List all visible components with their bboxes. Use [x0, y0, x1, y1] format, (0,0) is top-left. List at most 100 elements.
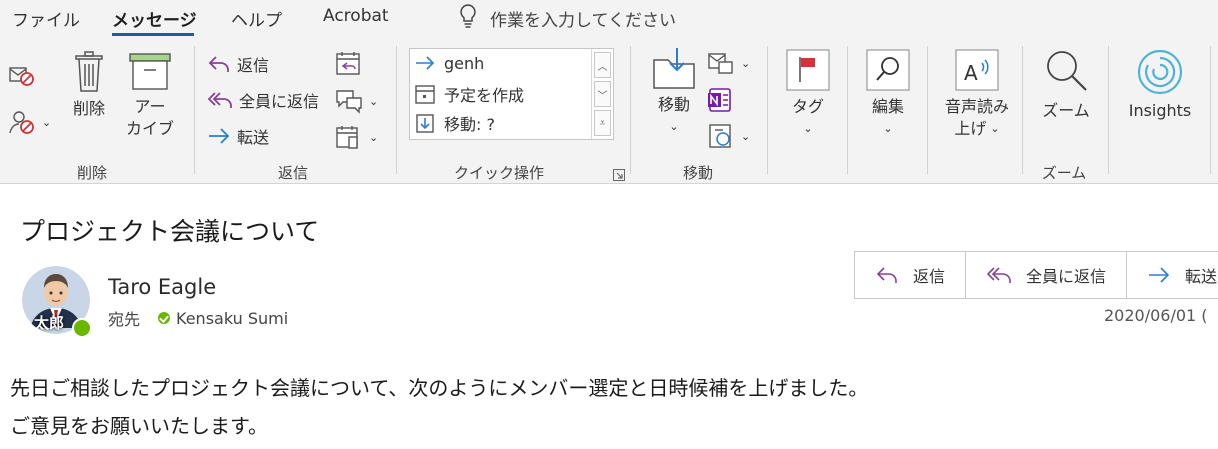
- avatar-name-text: 太郎: [34, 314, 65, 332]
- more-respond-button[interactable]: ⌄: [335, 124, 378, 150]
- chevron-down-icon: ⌄: [883, 122, 893, 135]
- message-actions: 返信 全員に返信 転送: [854, 251, 1218, 299]
- message-body-line: ご意見をお願いいたします。: [10, 414, 268, 438]
- reply-icon: [208, 56, 229, 72]
- sender-name[interactable]: Taro Eagle: [108, 275, 216, 299]
- lightbulb-icon: [458, 3, 478, 34]
- tab-file[interactable]: ファイル: [12, 6, 80, 31]
- chevron-down-icon: ⌄: [741, 56, 751, 70]
- editing-label: 編集: [871, 97, 904, 116]
- scroll-down-button[interactable]: ﹀: [594, 81, 611, 107]
- ribbon: ⌄ 削除 アー カイブ 削除 返信 全員に返信 転送 ⌄ ⌄ 返信 genh 予…: [0, 38, 1218, 184]
- reply-button[interactable]: 返信: [207, 52, 269, 76]
- insights-icon: [1137, 49, 1183, 95]
- insights-button[interactable]: Insights: [1120, 48, 1200, 122]
- to-label: 宛先: [108, 310, 141, 329]
- message-reply-button[interactable]: 返信: [855, 252, 967, 298]
- chevron-down-icon: ⌄: [990, 122, 1000, 135]
- read-aloud-label-2: 上げ: [954, 119, 987, 138]
- onenote-button[interactable]: [707, 86, 733, 118]
- magnifier-icon: [1047, 51, 1087, 91]
- quick-steps-gallery: genh 予定を作成 移動: ? ︿ ﹀ ⩡: [409, 48, 614, 140]
- reply-all-icon: [986, 267, 1011, 283]
- message-body-line: 先日ご相談したプロジェクト会議について、次のようにメンバー選定と日時候補を上げま…: [10, 376, 869, 400]
- archive-label-1: アー: [134, 97, 166, 116]
- chevron-down-icon: ⌄: [42, 115, 52, 129]
- forward-arrow-icon: [209, 128, 230, 144]
- chevron-down-icon: ⌄: [669, 120, 679, 133]
- message-forward-button[interactable]: 転送: [1127, 252, 1218, 298]
- flag-icon: [786, 49, 830, 91]
- tab-acrobat[interactable]: Acrobat: [323, 6, 389, 26]
- tab-message[interactable]: メッセージ: [112, 6, 197, 31]
- editing-button[interactable]: 編集 ⌄: [864, 48, 912, 140]
- group-divider: [1108, 46, 1109, 174]
- svg-text:A: A: [964, 61, 978, 85]
- quick-steps-scroll: ︿ ﹀ ⩡: [591, 49, 613, 139]
- presence-check-icon: [158, 312, 171, 324]
- forward-button[interactable]: 転送: [207, 124, 269, 148]
- message-reply-label: 返信: [913, 267, 946, 286]
- archive-label-2: カイブ: [125, 119, 174, 138]
- scroll-up-button[interactable]: ︿: [594, 52, 611, 78]
- quick-step-move[interactable]: 移動: ?: [414, 111, 495, 135]
- move-label: 移動: [657, 95, 690, 114]
- zoom-button[interactable]: ズーム: [1040, 48, 1092, 122]
- group-divider: [396, 46, 397, 174]
- group-divider: [847, 46, 848, 174]
- insights-label: Insights: [1128, 101, 1192, 120]
- search-icon: [866, 49, 910, 91]
- actions-icon: [709, 124, 731, 148]
- message-reply-all-button[interactable]: 全員に返信: [966, 252, 1128, 298]
- junk-button[interactable]: ⌄: [8, 108, 51, 136]
- im-reply-button[interactable]: ⌄: [335, 88, 378, 114]
- calendar-icon: [415, 85, 435, 104]
- archive-icon: [129, 53, 171, 90]
- group-divider: [1210, 46, 1211, 174]
- rules-icon: [708, 53, 733, 74]
- group-divider: [927, 46, 928, 174]
- group-divider: [1022, 46, 1023, 174]
- calendar-more-icon: [336, 126, 358, 149]
- tags-label: タグ: [791, 97, 824, 116]
- reply-icon: [876, 267, 897, 283]
- reply-all-button[interactable]: 全員に返信: [207, 88, 319, 112]
- archive-button[interactable]: アー カイブ: [124, 52, 176, 140]
- recipient-name[interactable]: Kensaku Sumi: [176, 309, 288, 328]
- gallery-expand-button[interactable]: ⩡: [594, 110, 611, 136]
- presence-available-icon: [72, 318, 92, 338]
- rules-button[interactable]: ⌄: [707, 50, 750, 76]
- chevron-down-icon: ⌄: [741, 129, 751, 143]
- junk-icon: [9, 111, 34, 134]
- reply-all-icon: [207, 92, 232, 108]
- move-folder-icon: [653, 48, 695, 89]
- read-aloud-icon: A: [955, 49, 999, 91]
- dialog-launcher-icon[interactable]: [613, 166, 625, 181]
- onenote-icon: [708, 88, 731, 112]
- respond-group-label: 返信: [277, 164, 309, 182]
- reply-all-label: 全員に返信: [239, 92, 320, 111]
- quick-step-label: genh: [444, 53, 485, 73]
- group-divider: [194, 46, 195, 174]
- chevron-down-icon: ⌄: [803, 122, 813, 135]
- actions-button[interactable]: ⌄: [707, 122, 750, 150]
- delete-button[interactable]: 削除: [68, 50, 110, 120]
- menu-tab-bar: ファイル メッセージ ヘルプ Acrobat 作業を入力してください: [0, 0, 1218, 38]
- message-forward-label: 転送: [1185, 267, 1218, 286]
- group-divider: [630, 46, 631, 174]
- tags-button[interactable]: タグ ⌄: [784, 48, 832, 140]
- trash-icon: [75, 51, 103, 92]
- quick-step-create-appointment[interactable]: 予定を作成: [414, 82, 524, 106]
- quick-step-genh[interactable]: genh: [414, 53, 484, 73]
- read-aloud-button[interactable]: A 音声読み 上げ ⌄: [937, 48, 1017, 140]
- quick-step-label: 移動: ?: [444, 115, 495, 134]
- zoom-group-label: ズーム: [1041, 164, 1087, 182]
- ignore-button[interactable]: [8, 62, 36, 92]
- tab-help[interactable]: ヘルプ: [231, 6, 282, 31]
- forward-arrow-icon: [416, 56, 435, 70]
- reply-label: 返信: [237, 56, 270, 75]
- meeting-reply-button[interactable]: [335, 50, 363, 82]
- tell-me-search[interactable]: 作業を入力してください: [458, 3, 676, 34]
- move-button[interactable]: 移動 ⌄: [648, 46, 700, 138]
- read-aloud-label-1: 音声読み: [944, 97, 1009, 116]
